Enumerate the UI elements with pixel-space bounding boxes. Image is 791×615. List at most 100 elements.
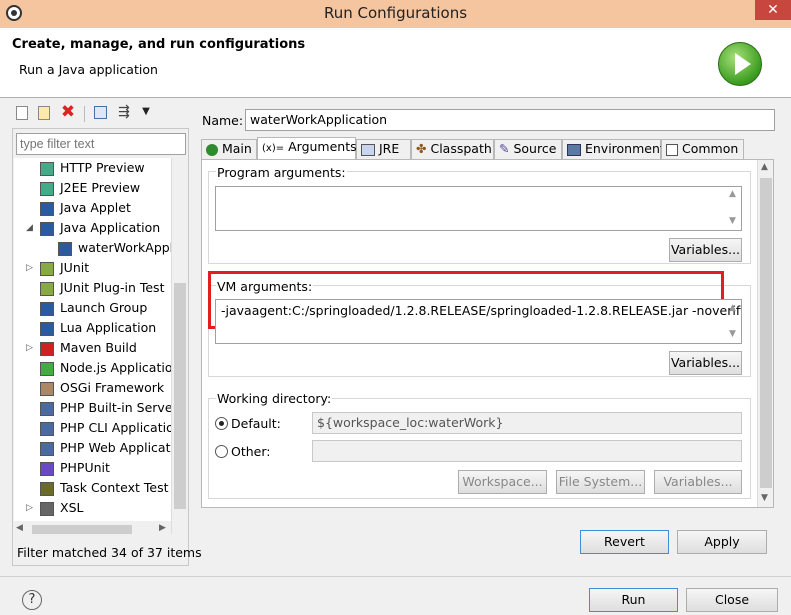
tab-jre[interactable]: JRE [356,139,411,160]
vm-args-scroll-down-icon[interactable]: ▼ [729,329,736,339]
program-args-scroll-up-icon[interactable]: ▲ [729,189,736,199]
default-radio[interactable] [215,417,228,430]
tab-classpath[interactable]: ✤ Classpath [411,139,494,160]
revert-button[interactable]: Revert [580,530,669,554]
filter-icon[interactable]: ⇶ [116,104,132,120]
tab-common[interactable]: Common [661,139,744,160]
filter-menu-chevron-down-icon[interactable]: ▼ [138,104,154,120]
close-button[interactable]: Close [686,588,778,612]
scroll-left-icon[interactable]: ◀ [16,523,23,533]
tree-vertical-scrollbar[interactable] [171,158,187,534]
http-preview-icon [40,161,54,176]
run-banner-icon [718,42,762,86]
arguments-tab-icon: (x)= [262,143,285,154]
nodejs-icon [40,361,54,376]
tab-main[interactable]: Main [201,139,257,160]
program-args-variables-button[interactable]: Variables... [669,238,742,262]
java-config-icon [58,241,72,256]
tree-item-label: PHP Built-in Server [60,400,171,415]
tree-item-label: Maven Build [60,340,137,355]
tree-item[interactable]: ▷ Maven Build [26,338,137,358]
panel-scroll-down-icon[interactable]: ▼ [761,493,768,503]
collapse-all-icon[interactable] [94,106,107,119]
tree-item[interactable]: Node.js Application [40,358,171,378]
vm-args-label: VM arguments: [216,279,314,294]
tree-scroll-thumb[interactable] [174,283,186,509]
program-args-scroll-down-icon[interactable]: ▼ [729,216,736,226]
tree-item[interactable]: PHP Web Application [40,438,171,458]
program-args-label: Program arguments: [216,165,347,180]
apply-button[interactable]: Apply [677,530,767,554]
vm-args-input[interactable]: -javaagent:C:/springloaded/1.2.8.RELEASE… [215,299,742,344]
php-cli-icon [40,421,54,436]
scroll-right-icon[interactable]: ▶ [159,523,166,533]
tab-source[interactable]: ✎ Source [494,139,562,160]
tree-item[interactable]: OSGi Framework [40,378,164,398]
tree-item[interactable]: Task Context Test [40,478,169,498]
working-dir-variables-button[interactable]: Variables... [654,470,742,494]
tree-item[interactable]: HTTP Preview [40,158,145,178]
tree-item-label: XSL [60,500,84,515]
tab-common-label: Common [681,141,739,156]
tree-item-label: JUnit Plug-in Test [60,280,165,295]
config-tree[interactable]: HTTP Preview J2EE Preview Java Applet ◢ Java… [14,158,171,534]
tree-item[interactable]: ▷ JUnit [26,258,90,278]
default-label[interactable]: Default: [231,416,281,431]
help-icon[interactable]: ? [22,590,42,610]
panel-scrollbar[interactable]: ▲ ▼ [757,160,773,507]
tree-item[interactable]: PHP Built-in Server [40,398,171,418]
tree-item[interactable]: ▷ XSL [26,498,84,518]
expand-right-icon[interactable]: ▷ [26,338,36,358]
tree-item-label: Java Applet [60,200,131,215]
expand-right-icon[interactable]: ▷ [26,258,36,278]
config-name-input[interactable]: waterWorkApplication [245,109,775,131]
expand-down-icon[interactable]: ◢ [26,218,36,238]
file-system-button[interactable]: File System... [556,470,645,494]
tree-item-label: PHPUnit [60,460,110,475]
tree-item[interactable]: JUnit Plug-in Test [40,278,164,298]
workspace-button[interactable]: Workspace... [458,470,547,494]
new-config-icon[interactable] [16,106,28,120]
maven-icon [40,341,54,356]
panel-scroll-up-icon[interactable]: ▲ [761,162,768,172]
tree-item[interactable]: ◢ Java Application [26,218,161,238]
vm-args-variables-button[interactable]: Variables... [669,351,742,375]
filter-input[interactable] [16,133,186,155]
delete-config-icon[interactable]: ✖ [60,104,76,121]
tree-item[interactable]: PHPUnit [40,458,110,478]
tab-environment[interactable]: Environment [562,139,665,160]
php-web-icon [40,441,54,456]
classpath-tab-icon: ✤ [416,141,427,156]
tree-horizontal-scrollbar[interactable]: ◀ ▶ [14,521,171,538]
expand-right-icon[interactable]: ▷ [26,498,36,518]
window-title: Run Configurations [323,4,468,22]
tree-hscroll-thumb[interactable] [32,525,132,534]
program-args-input[interactable] [215,186,742,231]
tree-item[interactable]: waterWorkAppl [58,238,171,258]
tree-item[interactable]: PHP CLI Application [40,418,171,438]
window-close-button[interactable]: ✕ [755,0,791,20]
run-button[interactable]: Run [589,588,678,612]
duplicate-config-icon[interactable] [38,106,50,120]
tree-item-label: Java Application [60,220,161,235]
junit-icon [40,261,54,276]
tree-item-label: JUnit [60,260,90,275]
java-application-icon [40,221,54,236]
tree-item-label: Launch Group [60,300,148,315]
tree-item[interactable]: Launch Group [40,298,147,318]
left-toolbar: ✖ ⇶ ▼ [14,104,184,126]
tab-arguments[interactable]: (x)= Arguments [257,137,357,160]
main-tab-icon [206,143,218,156]
other-radio[interactable] [215,445,228,458]
tree-item[interactable]: J2EE Preview [40,178,140,198]
other-dir-input [312,440,742,462]
java-applet-icon [40,201,54,216]
tree-item-label: Lua Application [60,320,157,335]
header-subtitle: Run a Java application [19,62,158,77]
tree-item[interactable]: Java Applet [40,198,131,218]
tree-item-label: waterWorkAppl [78,240,171,255]
other-label[interactable]: Other: [231,444,270,459]
vm-args-scroll-up-icon[interactable]: ▲ [729,303,736,313]
tree-item[interactable]: Lua Application [40,318,156,338]
panel-scroll-thumb[interactable] [760,178,772,488]
